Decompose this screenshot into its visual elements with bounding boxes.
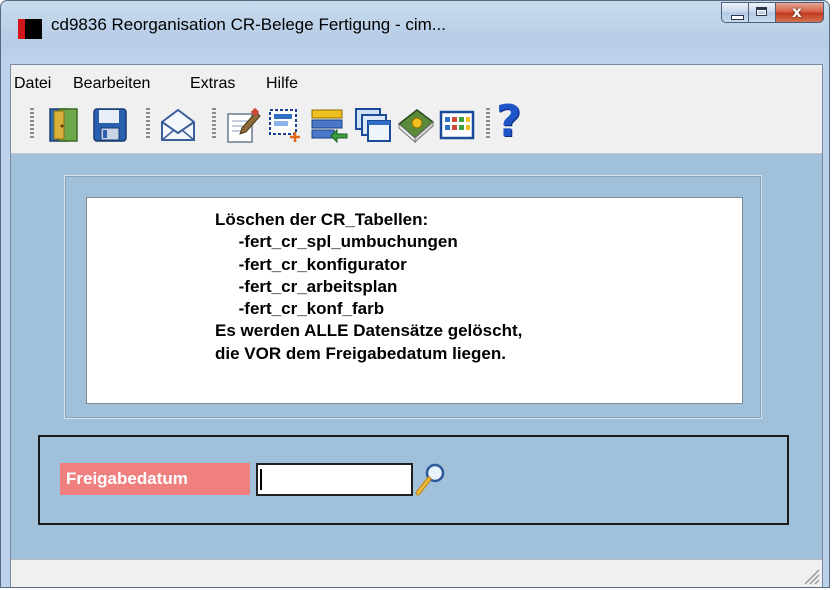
exit-door-icon[interactable] [44, 106, 84, 144]
maximize-icon [756, 7, 767, 16]
app-icon[interactable] [18, 19, 42, 39]
maximize-button[interactable] [749, 2, 776, 23]
info-line: -fert_cr_arbeitsplan [215, 276, 398, 296]
client-area: Datei Bearbeiten Extras Hilfe ? Löschen … [10, 64, 823, 587]
menu-extras[interactable]: Extras [190, 75, 235, 93]
caption-buttons: x [721, 2, 824, 23]
title-bar[interactable]: cd9836 Reorganisation CR-Belege Fertigun… [1, 1, 829, 41]
mail-envelope-icon[interactable] [158, 106, 198, 144]
minimize-button[interactable] [721, 2, 749, 23]
close-icon: x [792, 3, 802, 21]
toolbar-separator [146, 108, 150, 138]
transfer-list-icon[interactable] [309, 106, 349, 144]
menu-bearbeiten[interactable]: Bearbeiten [73, 75, 150, 93]
help-glyph: ? [496, 96, 522, 147]
toolbar-separator [486, 108, 490, 138]
edit-document-icon[interactable] [222, 106, 262, 144]
info-line: -fert_cr_konf_farb [215, 299, 385, 319]
save-disk-icon[interactable] [90, 106, 130, 144]
window-title: cd9836 Reorganisation CR-Belege Fertigun… [51, 15, 446, 34]
text-caret [260, 469, 262, 490]
info-line: Löschen der CR_Tabellen: [215, 210, 429, 229]
book-help-icon[interactable] [395, 106, 435, 144]
windows-cascade-icon[interactable] [353, 106, 393, 144]
new-record-icon[interactable] [266, 106, 306, 144]
content-area: Löschen der CR_Tabellen: -fert_cr_spl_um… [11, 154, 822, 559]
info-line: die VOR dem Freigabedatum liegen. [215, 343, 506, 363]
info-box: Löschen der CR_Tabellen: -fert_cr_spl_um… [86, 197, 743, 404]
info-line: -fert_cr_spl_umbuchungen [215, 232, 458, 252]
resize-grip-icon[interactable] [802, 567, 820, 585]
freigabedatum-label: Freigabedatum [60, 463, 250, 495]
info-line: Es werden ALLE Datensätze gelöscht, [215, 321, 523, 341]
minimize-icon [731, 15, 744, 20]
help-question-icon[interactable]: ? [496, 100, 532, 144]
toolbar-grip[interactable] [30, 108, 34, 138]
application-window: cd9836 Reorganisation CR-Belege Fertigun… [0, 0, 830, 588]
freigabedatum-input[interactable] [256, 463, 413, 496]
toolbar: ? [11, 98, 822, 154]
toolbar-separator [212, 108, 216, 138]
close-button[interactable]: x [776, 2, 824, 23]
filter-panel: Freigabedatum [38, 435, 789, 525]
info-text: Löschen der CR_Tabellen: -fert_cr_spl_um… [215, 209, 522, 365]
status-bar [11, 559, 822, 587]
grid-table-icon[interactable] [437, 106, 477, 144]
menu-datei[interactable]: Datei [14, 75, 51, 93]
menu-hilfe[interactable]: Hilfe [266, 75, 298, 93]
magnifier-icon[interactable] [413, 461, 447, 497]
menu-bar: Datei Bearbeiten Extras Hilfe [11, 65, 822, 98]
info-line: -fert_cr_konfigurator [215, 254, 407, 274]
